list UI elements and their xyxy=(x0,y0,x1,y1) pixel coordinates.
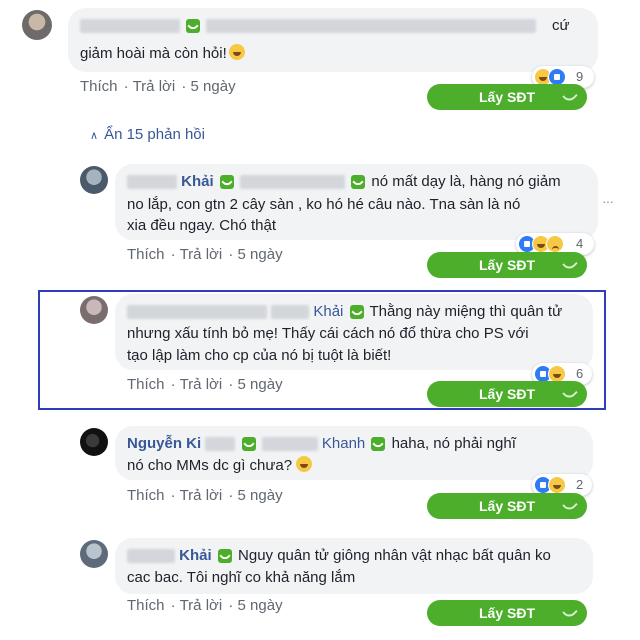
redacted-name xyxy=(80,19,180,34)
get-phone-button[interactable]: Lấy SĐT xyxy=(427,84,587,110)
phone-icon xyxy=(351,175,366,190)
redacted-tag xyxy=(240,175,346,190)
phone-icon xyxy=(217,549,232,564)
timestamp[interactable]: 5 ngày xyxy=(191,78,236,95)
reply-link[interactable]: Trả lời xyxy=(180,246,223,263)
like-link[interactable]: Thích xyxy=(80,78,118,95)
phone-icon xyxy=(186,19,201,34)
redacted-name xyxy=(127,305,267,320)
comment-text xyxy=(80,14,537,37)
timestamp[interactable]: 5 ngày xyxy=(238,246,283,263)
redacted-name xyxy=(127,175,177,190)
comment-text-line2: cac bac. Tôi nghĩ co khả năng lắm xyxy=(127,569,356,586)
redacted-name xyxy=(127,549,175,564)
comment-text: Khải Nguy quân tử giông nhân vật nhạc bấ… xyxy=(127,544,551,567)
comment-text-part: Nguy quân tử giông nhân vật nhạc bất quâ… xyxy=(238,547,551,564)
tag-name[interactable]: Khải xyxy=(313,303,343,320)
timestamp[interactable]: 5 ngày xyxy=(238,376,283,393)
reaction-count: 4 xyxy=(576,236,584,251)
avatar[interactable] xyxy=(80,166,108,194)
like-link[interactable]: Thích xyxy=(127,376,165,393)
get-phone-button[interactable]: Lấy SĐT xyxy=(427,381,587,407)
comment-actions: Thích · Trả lời · 5 ngày xyxy=(127,376,283,393)
tag-name[interactable]: Khanh xyxy=(322,435,365,452)
reply-link[interactable]: Trả lời xyxy=(133,78,176,95)
more-options-icon[interactable]: ··· xyxy=(602,193,614,209)
reply-link[interactable]: Trả lời xyxy=(180,376,223,393)
phone-icon xyxy=(241,437,256,452)
comment-text-line3: tạo lập làm cho cp của nó bị tuột là biế… xyxy=(127,347,392,364)
comment-text: giảm hoài mà còn hỏi! xyxy=(80,45,227,62)
comment-text: Nguyễn Ki Khanh haha, nó phải nghĩ xyxy=(127,432,516,455)
avatar[interactable] xyxy=(80,296,108,324)
haha-icon xyxy=(548,476,566,494)
get-phone-button[interactable]: Lấy SĐT xyxy=(427,600,587,626)
comment-actions: Thích · Trả lời · 5 ngày xyxy=(127,597,283,614)
phone-icon xyxy=(371,437,386,452)
author-name[interactable]: Khải xyxy=(181,173,214,190)
comment-text-line2: nhưng xấu tính bỏ mẹ! Thấy cái cách nó đ… xyxy=(127,325,529,342)
comment-text-part: haha, nó phải nghĩ xyxy=(391,435,516,452)
like-link[interactable]: Thích xyxy=(127,487,165,504)
author-name[interactable]: Khải xyxy=(179,547,212,564)
reply-link[interactable]: Trả lời xyxy=(180,597,223,614)
comment-text-line3: xia đều ngay. Chó thật xyxy=(127,217,276,234)
comment-text-part: nó mất dạy là, hàng nó giảm xyxy=(371,173,561,190)
redacted-text xyxy=(206,19,537,34)
grin-emoji-icon xyxy=(228,44,245,60)
phone-icon xyxy=(349,305,364,320)
comment-actions: Thích · Trả lời · 5 ngày xyxy=(80,78,236,95)
avatar[interactable] xyxy=(80,428,108,456)
timestamp[interactable]: 5 ngày xyxy=(238,597,283,614)
redacted-tag xyxy=(271,305,310,320)
hide-replies-label: Ẩn 15 phản hồi xyxy=(104,126,205,143)
reply-link[interactable]: Trả lời xyxy=(180,487,223,504)
comment-text-end: cứ xyxy=(552,17,570,34)
like-link[interactable]: Thích xyxy=(127,597,165,614)
reaction-count: 6 xyxy=(576,366,584,381)
smile-emoji-icon xyxy=(296,456,313,472)
comment-text: Khải Thằng này miệng thì quân tử xyxy=(127,300,562,323)
comment-text-line2: nó cho MMs dc gì chưa? xyxy=(127,454,313,477)
author-name[interactable]: Nguyễn Ki xyxy=(127,435,201,452)
comment-actions: Thích · Trả lời · 5 ngày xyxy=(127,246,283,263)
get-phone-button[interactable]: Lấy SĐT xyxy=(427,252,587,278)
comment-text-part: Thằng này miệng thì quân tử xyxy=(369,303,563,320)
comment-actions: Thích · Trả lời · 5 ngày xyxy=(127,487,283,504)
reaction-count: 9 xyxy=(576,69,584,84)
avatar[interactable] xyxy=(80,540,108,568)
chevron-up-icon: ∧ xyxy=(90,130,99,142)
redacted-name xyxy=(205,437,236,452)
reaction-count: 2 xyxy=(576,477,584,492)
redacted-tag xyxy=(261,437,318,452)
get-phone-button[interactable]: Lấy SĐT xyxy=(427,493,587,519)
like-link[interactable]: Thích xyxy=(127,246,165,263)
comment-text-line2: no lắp, con gtn 2 cây sàn , ko hó hé câu… xyxy=(127,196,521,213)
comment-text-line2: giảm hoài mà còn hỏi! xyxy=(80,42,245,65)
phone-icon xyxy=(219,175,234,190)
comment-text: nó cho MMs dc gì chưa? xyxy=(127,457,293,474)
avatar[interactable] xyxy=(22,10,52,40)
timestamp[interactable]: 5 ngày xyxy=(238,487,283,504)
sad-icon xyxy=(546,235,564,253)
comment-text: Khải nó mất dạy là, hàng nó giảm xyxy=(127,170,561,193)
hide-replies-link[interactable]: ∧ Ẩn 15 phản hồi xyxy=(90,126,205,143)
